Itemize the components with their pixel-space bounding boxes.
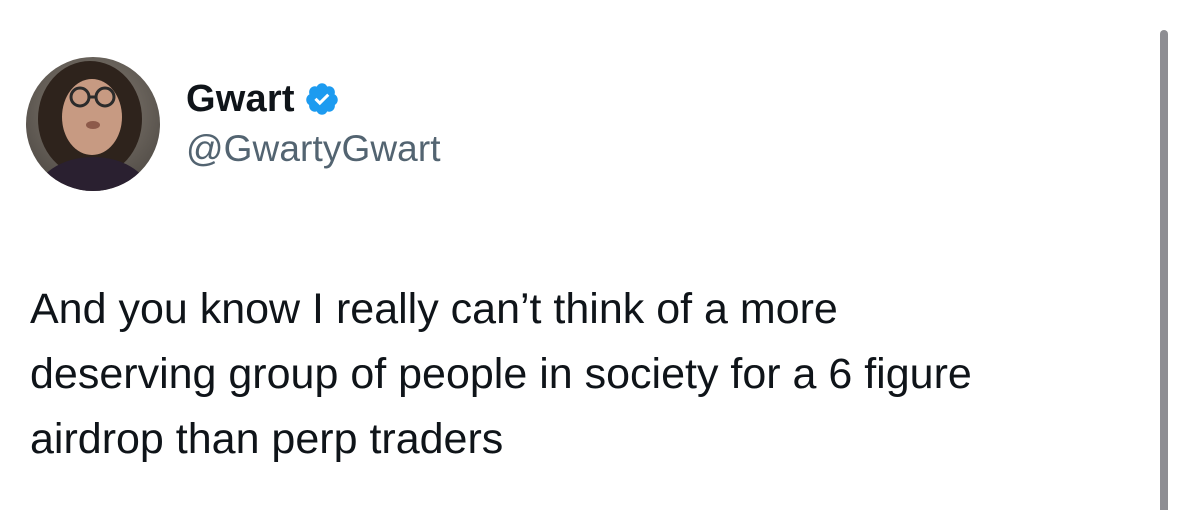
tweet-text-line: And you know I really can’t think of a m… — [30, 285, 838, 333]
tweet-text-line: deserving group of people in society for… — [30, 350, 972, 398]
tweet-text: And you know I really can’t think of a m… — [30, 277, 1150, 472]
avatar-image — [26, 57, 160, 191]
author-name-row: Gwart — [186, 74, 441, 124]
verified-badge-icon — [304, 81, 340, 117]
author-block: Gwart @GwartyGwart — [186, 74, 441, 170]
tweet-card: Gwart @GwartyGwart And you know I really… — [0, 0, 1179, 510]
author-handle[interactable]: @GwartyGwart — [186, 128, 441, 170]
avatar[interactable] — [26, 57, 160, 191]
display-name[interactable]: Gwart — [186, 78, 295, 121]
tweet-text-line: airdrop than perp traders — [30, 415, 504, 463]
scrollbar[interactable] — [1160, 30, 1168, 510]
